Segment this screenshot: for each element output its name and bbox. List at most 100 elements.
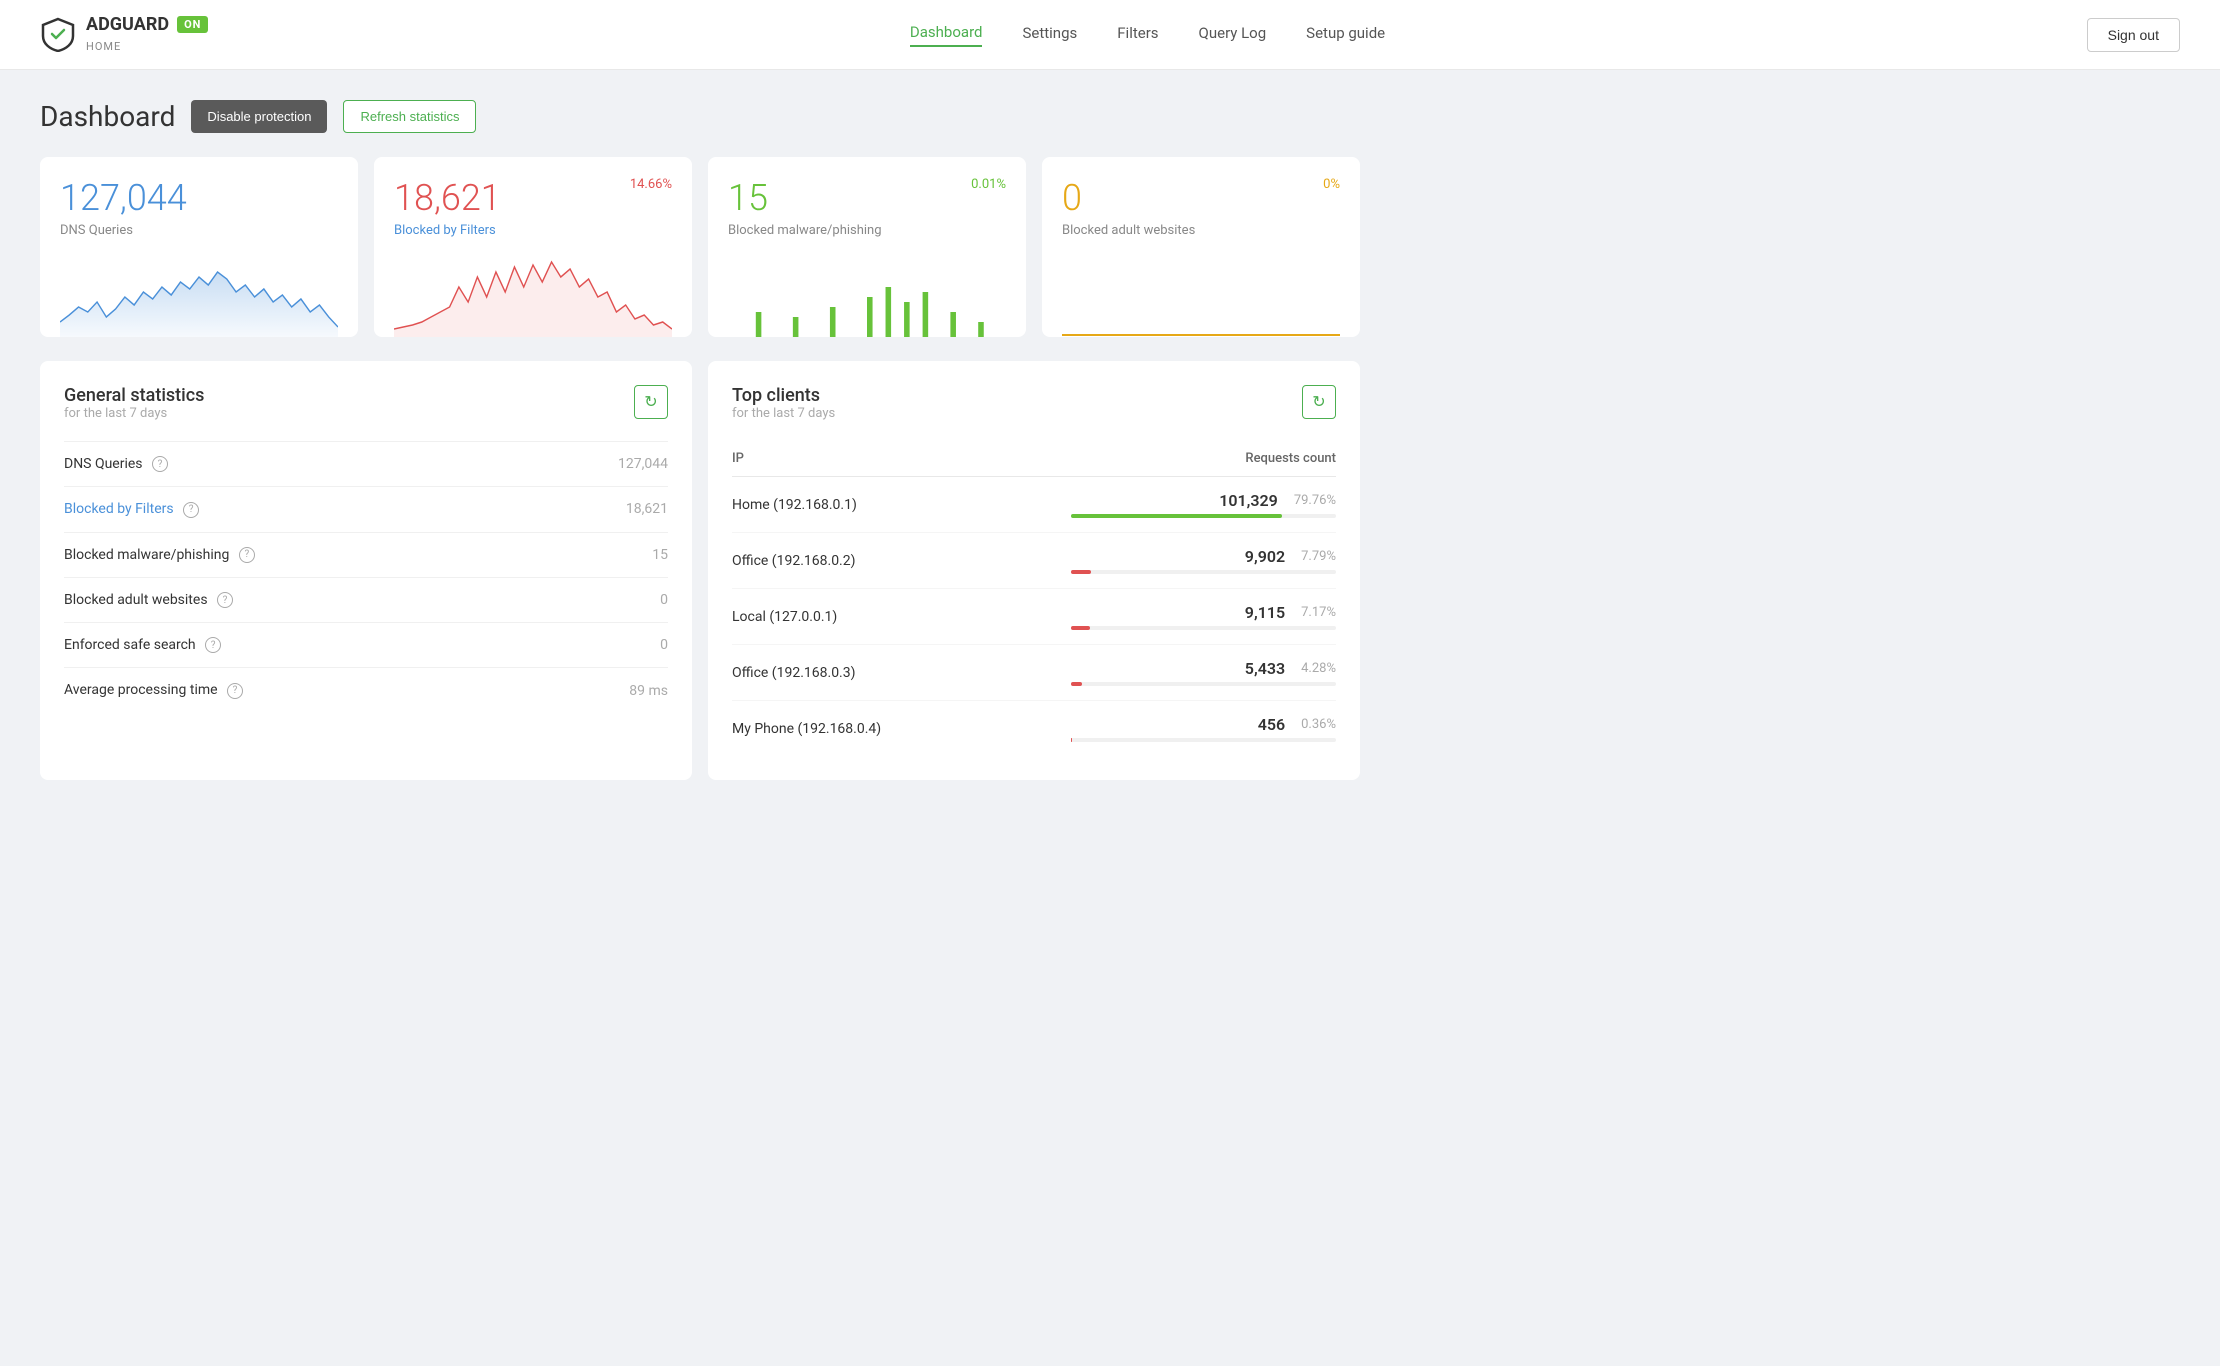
- nav-filters[interactable]: Filters: [1117, 24, 1158, 46]
- table-row: Blocked by Filters ? 18,621: [64, 487, 668, 532]
- nav-links: Dashboard Settings Filters Query Log Set…: [910, 23, 1385, 47]
- stat-row-safesearch-value: 0: [543, 623, 668, 668]
- refresh-statistics-button[interactable]: Refresh statistics: [343, 100, 476, 133]
- page-title: Dashboard: [40, 100, 175, 133]
- table-row: Home (192.168.0.1) 101,329 79.76%: [732, 477, 1336, 533]
- client-value-3: 5,433 4.28%: [1071, 645, 1336, 701]
- stat-row-safesearch-label: Enforced safe search ?: [64, 623, 543, 668]
- dns-chart: [60, 248, 338, 337]
- general-stats-panel: General statistics for the last 7 days ↻…: [40, 361, 692, 780]
- col-requests-header: Requests count: [1071, 441, 1336, 477]
- blocked-filters-percent: 14.66%: [630, 177, 672, 192]
- general-stats-header: General statistics for the last 7 days ↻: [64, 385, 668, 437]
- malware-help-icon[interactable]: ?: [239, 547, 255, 563]
- dns-queries-value: 127,044: [60, 177, 187, 219]
- table-row: Average processing time ? 89 ms: [64, 668, 668, 713]
- nav-settings[interactable]: Settings: [1022, 24, 1077, 46]
- bottom-section: General statistics for the last 7 days ↻…: [40, 361, 1360, 780]
- client-percent-3: 4.28%: [1301, 661, 1336, 676]
- client-name-0: Home (192.168.0.1): [732, 477, 1071, 533]
- logo-area: ADGUARD ON HOME: [40, 15, 208, 54]
- client-value-0: 101,329 79.76%: [1071, 477, 1336, 533]
- blocked-malware-percent: 0.01%: [971, 177, 1006, 192]
- safesearch-help-icon[interactable]: ?: [205, 637, 221, 653]
- client-name-1: Office (192.168.0.2): [732, 533, 1071, 589]
- top-clients-subtitle: for the last 7 days: [732, 406, 835, 421]
- stat-row-avgtime-value: 89 ms: [543, 668, 668, 713]
- malware-chart: [728, 248, 1006, 337]
- blocked-adult-value: 0: [1062, 177, 1082, 219]
- table-row: Blocked adult websites ? 0: [64, 577, 668, 622]
- sign-out-button[interactable]: Sign out: [2087, 18, 2180, 52]
- disable-protection-button[interactable]: Disable protection: [191, 100, 327, 133]
- client-percent-1: 7.79%: [1301, 549, 1336, 564]
- status-badge: ON: [177, 16, 208, 33]
- blocked-chart: [394, 248, 672, 337]
- client-value-1: 9,902 7.79%: [1071, 533, 1336, 589]
- stat-row-malware-value: 15: [543, 532, 668, 577]
- top-clients-refresh-button[interactable]: ↻: [1302, 385, 1336, 419]
- stat-row-dns-value: 127,044: [543, 442, 668, 487]
- table-row: Local (127.0.0.1) 9,115 7.17%: [732, 589, 1336, 645]
- nav-query-log[interactable]: Query Log: [1199, 24, 1267, 46]
- stat-row-malware-label: Blocked malware/phishing ?: [64, 532, 543, 577]
- client-count-1: 9,902: [1245, 547, 1285, 566]
- adguard-logo-icon: [40, 16, 76, 52]
- general-stats-refresh-button[interactable]: ↻: [634, 385, 668, 419]
- blocked-adult-percent: 0%: [1323, 177, 1340, 192]
- client-value-4: 456 0.36%: [1071, 701, 1336, 757]
- blocked-help-icon[interactable]: ?: [183, 502, 199, 518]
- stat-row-adult-value: 0: [543, 577, 668, 622]
- clients-table: IP Requests count Home (192.168.0.1) 101…: [732, 441, 1336, 756]
- stat-row-dns-label: DNS Queries ?: [64, 442, 543, 487]
- blocked-malware-value: 15: [728, 177, 768, 219]
- stat-row-avgtime-label: Average processing time ?: [64, 668, 543, 713]
- general-stats-subtitle: for the last 7 days: [64, 406, 204, 421]
- brand-sub: HOME: [86, 40, 121, 53]
- navbar: ADGUARD ON HOME Dashboard Settings Filte…: [0, 0, 2220, 70]
- client-bar-wrap-2: [1071, 626, 1336, 630]
- client-bar-4: [1071, 738, 1072, 742]
- client-bar-wrap-1: [1071, 570, 1336, 574]
- stat-card-dns: 127,044 DNS Queries: [40, 157, 358, 337]
- stat-row-blocked-value: 18,621: [543, 487, 668, 532]
- top-clients-panel: Top clients for the last 7 days ↻ IP Req…: [708, 361, 1360, 780]
- blocked-filters-label: Blocked by Filters: [394, 223, 672, 238]
- nav-actions: Sign out: [2087, 18, 2180, 52]
- client-name-3: Office (192.168.0.3): [732, 645, 1071, 701]
- blocked-filters-value: 18,621: [394, 177, 501, 219]
- general-stats-title: General statistics: [64, 385, 204, 406]
- client-count-3: 5,433: [1245, 659, 1285, 678]
- col-ip-header: IP: [732, 441, 1071, 477]
- nav-dashboard[interactable]: Dashboard: [910, 23, 983, 47]
- client-name-2: Local (127.0.0.1): [732, 589, 1071, 645]
- client-bar-wrap-0: [1071, 514, 1336, 518]
- brand-name: ADGUARD: [86, 15, 169, 35]
- client-name-4: My Phone (192.168.0.4): [732, 701, 1071, 757]
- top-clients-title: Top clients: [732, 385, 835, 406]
- client-bar-1: [1071, 570, 1092, 574]
- client-count-2: 9,115: [1245, 603, 1285, 622]
- client-bar-wrap-4: [1071, 738, 1336, 742]
- adult-chart: [1062, 248, 1340, 337]
- client-percent-0: 79.76%: [1294, 493, 1336, 508]
- main-content: Dashboard Disable protection Refresh sta…: [0, 70, 1400, 810]
- client-count-0: 101,329: [1219, 491, 1278, 510]
- client-percent-4: 0.36%: [1301, 717, 1336, 732]
- dns-queries-label: DNS Queries: [60, 223, 338, 238]
- client-bar-0: [1071, 514, 1283, 518]
- table-row: Office (192.168.0.3) 5,433 4.28%: [732, 645, 1336, 701]
- avgtime-help-icon[interactable]: ?: [227, 683, 243, 699]
- table-row: Enforced safe search ? 0: [64, 623, 668, 668]
- stat-row-adult-label: Blocked adult websites ?: [64, 577, 543, 622]
- nav-setup-guide[interactable]: Setup guide: [1306, 24, 1385, 46]
- client-count-4: 456: [1258, 715, 1285, 734]
- dns-help-icon[interactable]: ?: [152, 456, 168, 472]
- stat-row-blocked-label[interactable]: Blocked by Filters ?: [64, 487, 543, 532]
- general-stats-table: DNS Queries ? 127,044 Blocked by Filters…: [64, 441, 668, 713]
- table-row: Blocked malware/phishing ? 15: [64, 532, 668, 577]
- adult-help-icon[interactable]: ?: [217, 592, 233, 608]
- client-bar-2: [1071, 626, 1090, 630]
- client-bar-3: [1071, 682, 1082, 686]
- top-clients-header: Top clients for the last 7 days ↻: [732, 385, 1336, 437]
